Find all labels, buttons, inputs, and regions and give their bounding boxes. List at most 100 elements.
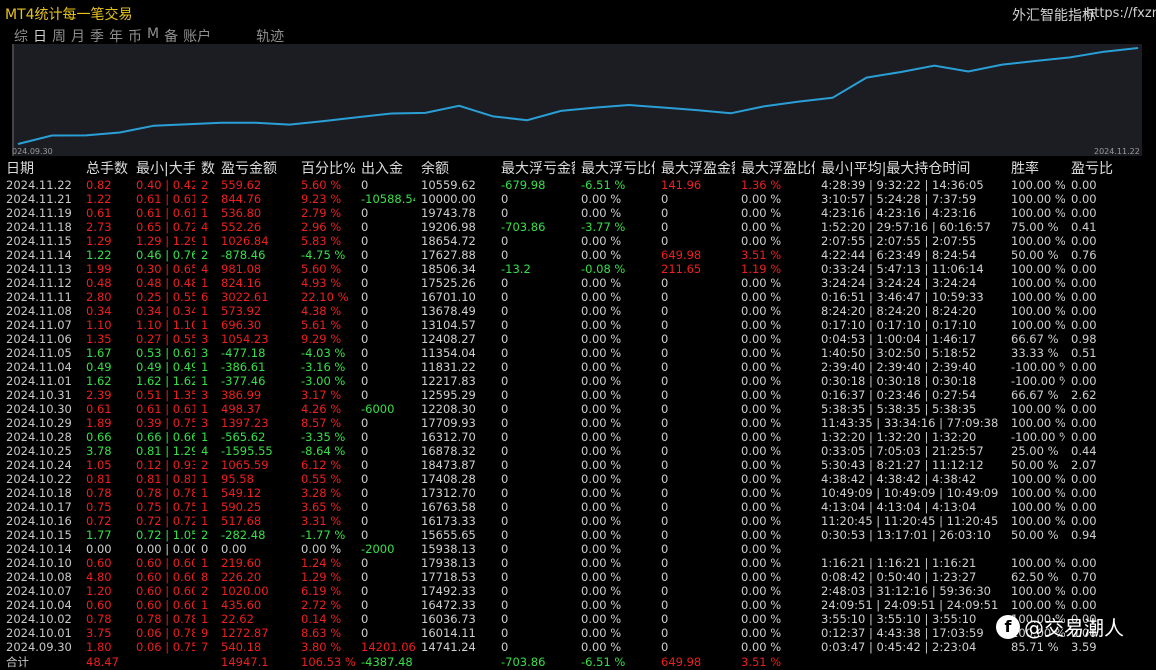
table-cell: 1.35 — [86, 332, 112, 346]
table-cell: 0.65 | 0.72 — [136, 220, 195, 234]
tab-4[interactable]: 季 — [90, 26, 104, 46]
table-cell: 0.00 % — [741, 500, 782, 514]
table-row: 2024.10.08 4.80 0.60 | 0.60 8 226.20 1.29 % 0 1… — [0, 570, 1156, 584]
table-cell: 0.94 — [1071, 528, 1097, 542]
table-cell: 2024.11.19 — [6, 206, 72, 220]
table-cell: 573.92 — [221, 304, 262, 318]
tab-8[interactable]: 备 — [164, 26, 178, 46]
tab-5[interactable]: 年 — [109, 26, 123, 46]
table-cell: 16312.70 — [421, 430, 476, 444]
total-cell — [1065, 654, 1156, 670]
table-cell: 2024.10.15 — [6, 528, 72, 542]
table-cell: 0.00 % — [581, 444, 622, 458]
table-cell: 2024.10.18 — [6, 486, 72, 500]
table-cell: 17709.93 — [421, 416, 476, 430]
tab-3[interactable]: 月 — [71, 26, 85, 46]
table-cell: 7 — [201, 640, 209, 654]
table-cell: 0 — [361, 626, 369, 640]
table-cell: 0.81 — [86, 472, 112, 486]
table-row: 2024.11.01 1.62 1.62 | 1.62 1 -377.46 -3.00 %… — [0, 374, 1156, 388]
table-cell: 0 — [361, 556, 369, 570]
table-cell: 0 — [361, 500, 369, 514]
table-cell: 2024.11.22 — [6, 178, 72, 192]
table-cell: 0 — [501, 304, 509, 318]
tab-0[interactable]: 综 — [14, 26, 28, 46]
table-cell: 1 — [201, 556, 209, 570]
total-cell: 48.47 — [86, 655, 119, 669]
tab-1[interactable]: 日 — [33, 26, 47, 46]
table-cell: 696.30 — [221, 318, 262, 332]
brand-url[interactable]: https://fxznzb — [1086, 6, 1156, 21]
tab-7[interactable]: M — [147, 26, 159, 46]
table-cell: 0 — [361, 388, 369, 402]
table-cell: 0.00 % — [741, 290, 782, 304]
table-cell: 100.00 % — [1011, 486, 1065, 500]
table-cell: 0.00 — [1071, 178, 1097, 192]
table-cell: 0 — [661, 388, 669, 402]
table-cell: 0.46 | 0.76 — [136, 248, 195, 262]
tab-6[interactable]: 币 — [128, 26, 142, 46]
table-cell: 0 — [501, 626, 509, 640]
table-cell: 2024.10.24 — [6, 458, 72, 472]
table-row: 2024.10.24 1.05 0.12 | 0.93 2 1065.59 6.12 % 0… — [0, 458, 1156, 472]
table-cell: 0.00 % — [741, 514, 782, 528]
table-cell: 0.00 % — [581, 556, 622, 570]
table-cell: 4 — [201, 444, 209, 458]
table-cell: 75.00 % — [1011, 220, 1059, 234]
tab-10[interactable]: 轨迹 — [256, 26, 284, 46]
table-cell — [1005, 542, 1065, 556]
table-cell: 3:24:24 | 3:24:24 | 3:24:24 — [821, 276, 977, 290]
table-cell: 0 — [661, 416, 669, 430]
table-cell: 0.00 % — [741, 640, 782, 654]
table-cell: 5:30:43 | 8:21:27 | 11:12:12 — [821, 458, 984, 472]
table-cell: 16878.32 — [421, 444, 476, 458]
table-cell: 2.62 — [1071, 388, 1097, 402]
table-cell: 0:30:53 | 13:17:01 | 26:03:10 — [821, 528, 992, 542]
table-cell: 0 — [361, 360, 369, 374]
table-cell: 3 — [201, 332, 209, 346]
table-cell: 1 — [201, 514, 209, 528]
table-cell: 2:39:40 | 2:39:40 | 2:39:40 — [821, 360, 977, 374]
table-cell: 0.48 | 0.48 — [136, 276, 195, 290]
table-cell: 0 — [501, 192, 509, 206]
table-cell: 0 — [661, 192, 669, 206]
table-cell: 2 — [201, 248, 209, 262]
table-cell: 0.75 | 0.75 — [136, 500, 195, 514]
table-cell: 0 — [501, 444, 509, 458]
table-cell: 0 — [501, 514, 509, 528]
table-cell: 3:55:10 | 3:55:10 | 3:55:10 — [821, 612, 977, 626]
table-cell: 1.10 — [86, 318, 112, 332]
table-row: 2024.10.30 0.61 0.61 | 0.61 1 498.37 4.26 % -6… — [0, 402, 1156, 416]
table-cell: 0.76 — [1071, 248, 1097, 262]
equity-chart-svg — [12, 44, 1139, 156]
table-cell: -100.00 % — [1011, 374, 1065, 388]
table-cell: 0.06 | 0.75 — [136, 640, 195, 654]
tab-2[interactable]: 周 — [52, 26, 66, 46]
table-cell: 435.60 — [221, 598, 262, 612]
table-row: 2024.10.17 0.75 0.75 | 0.75 1 590.25 3.65 % 0 1… — [0, 500, 1156, 514]
table-cell: 0.00 % — [581, 374, 622, 388]
table-cell: 0:03:47 | 0:45:42 | 2:23:04 — [821, 640, 977, 654]
table-cell: 10000.00 — [421, 192, 476, 206]
table-cell: 16036.73 — [421, 612, 476, 626]
table-cell: 0.00 — [1071, 430, 1097, 444]
table-cell: 1 — [201, 304, 209, 318]
table-cell: 3 — [201, 416, 209, 430]
table-cell: 2024.11.04 — [6, 360, 72, 374]
table-cell: 0 — [501, 332, 509, 346]
table-cell: 0.60 | 0.60 — [136, 570, 195, 584]
table-cell: 0 — [661, 640, 669, 654]
total-cell: -6.51 % — [581, 655, 626, 669]
table-cell: 1026.84 — [221, 234, 269, 248]
table-cell: 0.00 % — [581, 640, 622, 654]
table-cell: 536.80 — [221, 206, 262, 220]
table-cell: 0.55 % — [301, 472, 342, 486]
table-cell: 1:40:50 | 3:02:50 | 5:18:52 — [821, 346, 977, 360]
total-cell — [1005, 654, 1065, 670]
total-cell: 3.51 % — [741, 655, 782, 669]
table-cell: 1.99 — [86, 262, 112, 276]
table-cell: 0 — [501, 640, 509, 654]
tab-9[interactable]: 账户 — [183, 26, 211, 46]
table-cell: 1.80 — [86, 640, 112, 654]
table-cell: 0.00 % — [741, 234, 782, 248]
